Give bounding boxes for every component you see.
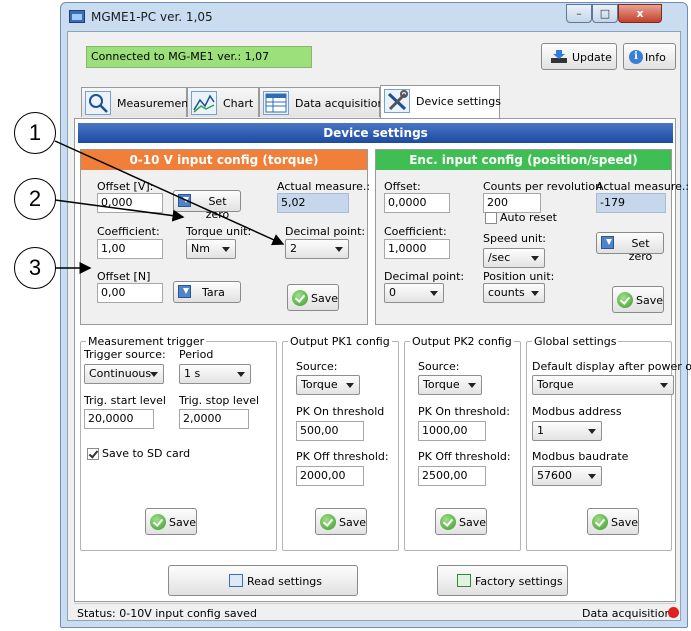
- callout-3: 3: [14, 247, 56, 289]
- callout-2-arrow: [54, 199, 185, 222]
- callout-1: 1: [14, 112, 56, 154]
- callout-1-arrow: [54, 140, 285, 246]
- callout-2: 2: [14, 178, 56, 220]
- callout-arrows: [54, 140, 285, 274]
